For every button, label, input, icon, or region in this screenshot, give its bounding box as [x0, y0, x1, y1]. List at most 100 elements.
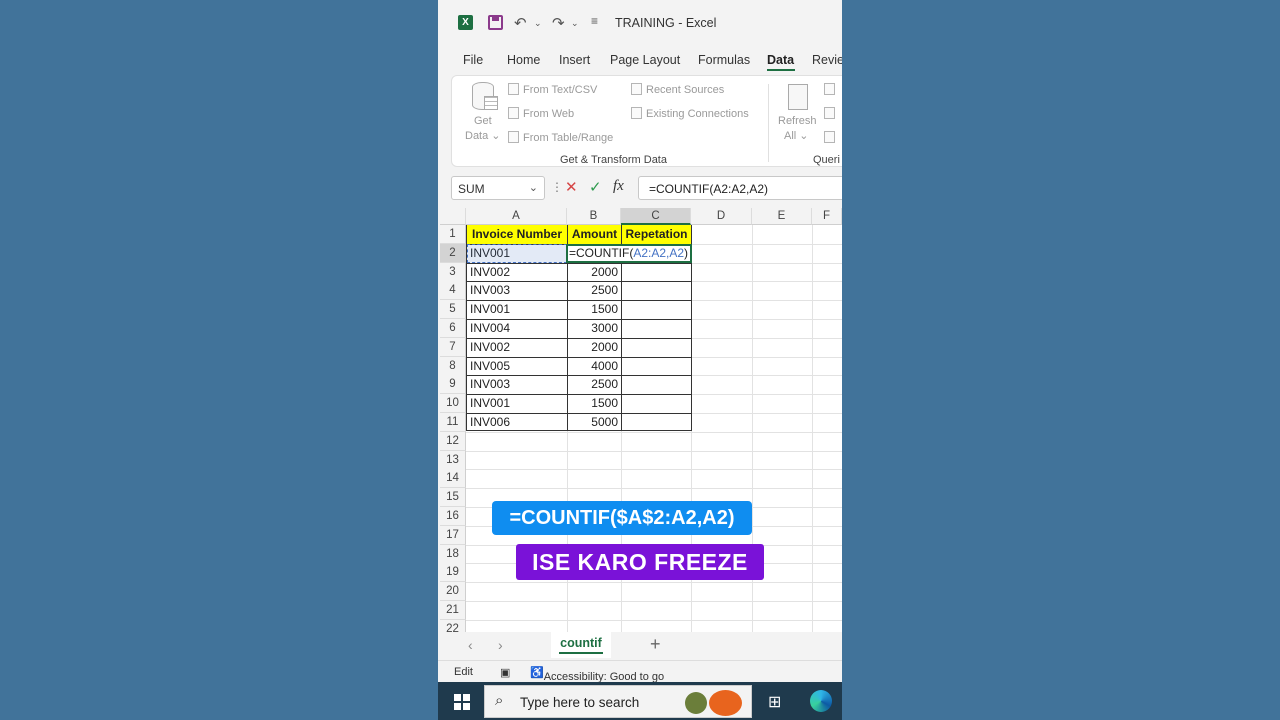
- column-header-d[interactable]: D: [691, 208, 752, 225]
- next-sheet-icon[interactable]: ›: [498, 637, 503, 653]
- gridline: [466, 601, 842, 602]
- from-text-csv-button[interactable]: From Text/CSV: [508, 83, 597, 96]
- row-header-11[interactable]: 11: [440, 413, 466, 432]
- tab-file[interactable]: File: [463, 53, 483, 67]
- cell-amount[interactable]: 2500: [568, 375, 621, 394]
- title-bar: X ↶ ⌄ ↷ ⌄ ≡ TRAINING - Excel: [438, 0, 842, 46]
- cell-invoice[interactable]: INV003: [467, 375, 567, 394]
- cell-invoice[interactable]: INV003: [467, 281, 567, 300]
- edit-links-icon[interactable]: [824, 131, 835, 143]
- formula-input[interactable]: =COUNTIF(A2:A2,A2): [638, 176, 842, 200]
- header-amount[interactable]: Amount: [568, 225, 621, 244]
- cell-amount[interactable]: 3000: [568, 319, 621, 338]
- text-file-icon: [508, 83, 519, 95]
- cell-invoice[interactable]: INV006: [467, 413, 567, 432]
- column-header-b[interactable]: B: [567, 208, 621, 225]
- row-header-9[interactable]: 9: [440, 375, 466, 395]
- name-box[interactable]: SUM ⌄: [451, 176, 545, 200]
- enter-icon[interactable]: ✓: [589, 178, 602, 196]
- queries-icon[interactable]: [824, 83, 835, 95]
- gridline: [466, 619, 842, 621]
- cell-amount[interactable]: 1500: [568, 300, 621, 319]
- edge-browser-icon[interactable]: [810, 690, 832, 712]
- row-header-18[interactable]: 18: [440, 544, 466, 564]
- sheet-tab-countif[interactable]: countif: [551, 632, 611, 658]
- tab-formulas[interactable]: Formulas: [698, 53, 750, 67]
- windows-start-icon[interactable]: [454, 694, 470, 710]
- save-icon[interactable]: [488, 15, 503, 30]
- undo-icon[interactable]: ↶: [514, 14, 527, 32]
- chevron-down-icon[interactable]: ⌄: [529, 181, 538, 194]
- row-header-22[interactable]: 22: [440, 619, 466, 632]
- cancel-icon[interactable]: ✕: [565, 178, 578, 196]
- cell-amount[interactable]: 4000: [568, 357, 621, 376]
- existing-connections-button[interactable]: Existing Connections: [631, 107, 749, 120]
- tab-home[interactable]: Home: [507, 53, 540, 67]
- redo-icon[interactable]: ↷: [552, 14, 565, 32]
- row-header-14[interactable]: 14: [440, 469, 466, 489]
- refresh-all-label: All: [784, 130, 797, 142]
- row-header-17[interactable]: 17: [440, 525, 466, 545]
- refresh-all-button-label2[interactable]: All ⌄: [784, 129, 809, 142]
- row-header-8[interactable]: 8: [440, 356, 466, 376]
- cell-invoice[interactable]: INV001: [467, 394, 567, 413]
- row-header-10[interactable]: 10: [440, 394, 466, 414]
- row-header-2[interactable]: 2: [440, 243, 466, 263]
- row-header-13[interactable]: 13: [440, 450, 466, 470]
- row-header-12[interactable]: 12: [440, 431, 466, 451]
- active-edit-cell[interactable]: =COUNTIF(A2:A2,A2): [566, 244, 692, 263]
- tab-insert[interactable]: Insert: [559, 53, 590, 67]
- customize-toolbar-icon[interactable]: ≡: [591, 14, 598, 28]
- row-header-4[interactable]: 4: [440, 281, 466, 301]
- taskbar-search-box[interactable]: ⌕ Type here to search: [484, 685, 752, 718]
- cell-amount[interactable]: 1500: [568, 394, 621, 413]
- cell-amount[interactable]: 2000: [568, 263, 621, 282]
- row-header-6[interactable]: 6: [440, 319, 466, 338]
- cell-amount[interactable]: 2000: [568, 338, 621, 357]
- prev-sheet-icon[interactable]: ‹: [468, 637, 473, 653]
- column-header-e[interactable]: E: [752, 208, 812, 225]
- row-header-1[interactable]: 1: [440, 225, 466, 244]
- row-header-7[interactable]: 7: [440, 337, 466, 357]
- undo-dropdown-icon[interactable]: ⌄: [534, 18, 542, 29]
- header-invoice-number[interactable]: Invoice Number: [467, 225, 567, 244]
- row-header-16[interactable]: 16: [440, 507, 466, 526]
- task-view-icon[interactable]: ⊞: [768, 692, 781, 712]
- cell-invoice[interactable]: INV002: [467, 263, 567, 282]
- column-header-f[interactable]: F: [812, 208, 842, 225]
- row-header-19[interactable]: 19: [440, 563, 466, 583]
- redo-dropdown-icon[interactable]: ⌄: [571, 18, 579, 29]
- tab-data[interactable]: Data: [767, 53, 794, 67]
- formula-caption-overlay: =COUNTIF($A$2:A2,A2): [492, 501, 752, 535]
- from-table-label: From Table/Range: [523, 132, 614, 144]
- row-header-5[interactable]: 5: [440, 300, 466, 320]
- tab-page-layout[interactable]: Page Layout: [610, 53, 680, 67]
- select-all-corner[interactable]: [440, 208, 466, 225]
- get-data-button[interactable]: Get: [474, 115, 492, 127]
- cell-invoice[interactable]: INV001: [467, 300, 567, 319]
- properties-icon[interactable]: [824, 107, 835, 119]
- recent-sources-button[interactable]: Recent Sources: [631, 83, 724, 96]
- row-header-21[interactable]: 21: [440, 601, 466, 620]
- row-header-20[interactable]: 20: [440, 582, 466, 602]
- from-web-button[interactable]: From Web: [508, 107, 574, 120]
- column-header-a[interactable]: A: [466, 208, 567, 225]
- header-repetation[interactable]: Repetation: [622, 225, 691, 244]
- get-data-button-label2[interactable]: Data ⌄: [465, 129, 501, 142]
- tab-review[interactable]: Revie: [812, 53, 842, 67]
- cell-invoice[interactable]: INV005: [467, 357, 567, 376]
- macro-recorder-icon[interactable]: ▣: [500, 666, 510, 679]
- refresh-all-button[interactable]: Refresh: [778, 115, 817, 127]
- queries-group-label: Queri: [813, 154, 840, 166]
- from-table-range-button[interactable]: From Table/Range: [508, 131, 613, 144]
- cell-invoice[interactable]: INV004: [467, 319, 567, 338]
- add-sheet-icon[interactable]: +: [650, 634, 661, 655]
- insert-function-icon[interactable]: fx: [613, 178, 624, 195]
- accessibility-status[interactable]: ♿ Accessibility: Good to go: [530, 666, 664, 683]
- cell-amount[interactable]: 5000: [568, 413, 621, 432]
- row-header-15[interactable]: 15: [440, 488, 466, 508]
- row-header-3[interactable]: 3: [440, 262, 466, 282]
- cell-amount[interactable]: 2500: [568, 281, 621, 300]
- column-header-c[interactable]: C: [621, 208, 691, 225]
- cell-invoice[interactable]: INV002: [467, 338, 567, 357]
